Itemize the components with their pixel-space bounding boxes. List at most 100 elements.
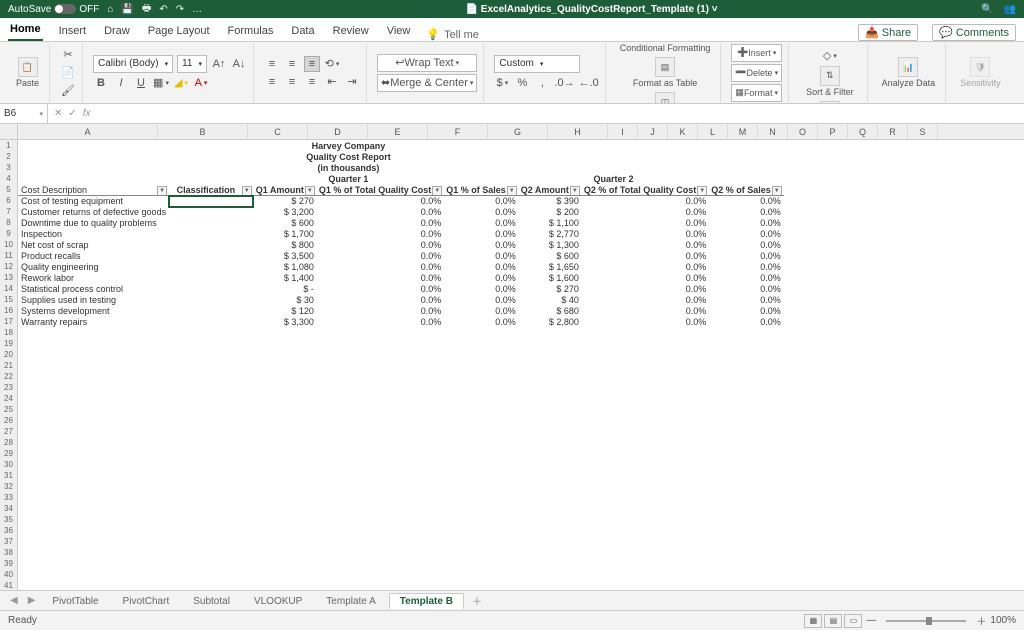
- sheet-tab[interactable]: PivotTable: [41, 593, 109, 609]
- paste-button[interactable]: 📋 Paste: [12, 55, 43, 90]
- font-name-select[interactable]: Calibri (Body): [93, 55, 173, 73]
- col-header[interactable]: N: [758, 124, 788, 139]
- font-color-button[interactable]: A: [193, 75, 209, 91]
- col-header[interactable]: Q: [848, 124, 878, 139]
- align-right-icon[interactable]: ≡: [304, 74, 320, 90]
- merge-center-button[interactable]: ⬌ Merge & Center: [377, 74, 477, 92]
- sheet-tab-active[interactable]: Template B: [389, 593, 464, 609]
- row-header[interactable]: 3: [0, 162, 17, 173]
- col-header[interactable]: R: [878, 124, 908, 139]
- row-header[interactable]: 40: [0, 569, 17, 580]
- autosave-toggle[interactable]: AutoSave OFF: [8, 4, 99, 15]
- row-header[interactable]: 23: [0, 382, 17, 393]
- page-layout-view-icon[interactable]: ▤: [824, 614, 842, 628]
- row-header[interactable]: 32: [0, 481, 17, 492]
- decrease-font-icon[interactable]: A↓: [231, 56, 247, 72]
- conditional-formatting-button[interactable]: ▦Conditional Formatting: [616, 42, 715, 55]
- sheet-nav-prev[interactable]: ◀: [6, 595, 22, 606]
- row-header[interactable]: 39: [0, 558, 17, 569]
- row-header[interactable]: 30: [0, 459, 17, 470]
- enter-formula-icon[interactable]: ✓: [68, 108, 76, 119]
- decrease-decimal-icon[interactable]: ←.0: [579, 75, 599, 91]
- normal-view-icon[interactable]: ▦: [804, 614, 822, 628]
- insert-cells-button[interactable]: ➕ Insert: [731, 44, 782, 62]
- border-button[interactable]: ▦: [153, 75, 169, 91]
- col-header[interactable]: F: [428, 124, 488, 139]
- row-header[interactable]: 34: [0, 503, 17, 514]
- tab-insert[interactable]: Insert: [57, 21, 89, 41]
- row-header[interactable]: 29: [0, 448, 17, 459]
- format-cells-button[interactable]: ▦ Format: [731, 84, 782, 102]
- tab-draw[interactable]: Draw: [102, 21, 132, 41]
- row-header[interactable]: 37: [0, 536, 17, 547]
- cancel-formula-icon[interactable]: ✕: [54, 108, 62, 119]
- col-header[interactable]: C: [248, 124, 308, 139]
- row-header[interactable]: 15: [0, 294, 17, 305]
- tab-page-layout[interactable]: Page Layout: [146, 21, 212, 41]
- bold-button[interactable]: B: [93, 75, 109, 91]
- orientation-icon[interactable]: ⟲: [324, 56, 340, 72]
- row-header[interactable]: 16: [0, 305, 17, 316]
- add-sheet-button[interactable]: ＋: [466, 593, 488, 608]
- zoom-out-button[interactable]: —: [862, 615, 880, 626]
- col-header[interactable]: G: [488, 124, 548, 139]
- col-header[interactable]: H: [548, 124, 608, 139]
- share-button[interactable]: 📤 Share: [858, 24, 918, 41]
- more-icon[interactable]: …: [192, 4, 202, 15]
- row-header[interactable]: 9: [0, 228, 17, 239]
- row-header[interactable]: 27: [0, 426, 17, 437]
- redo-icon[interactable]: ↷: [176, 4, 184, 15]
- row-header[interactable]: 22: [0, 371, 17, 382]
- save-icon[interactable]: 💾: [121, 4, 133, 15]
- sheet-tab[interactable]: Subtotal: [182, 593, 241, 609]
- number-format-select[interactable]: Custom: [494, 55, 580, 73]
- search-icon[interactable]: 🔍: [981, 4, 993, 15]
- row-header[interactable]: 18: [0, 327, 17, 338]
- copy-icon[interactable]: 📄: [60, 65, 76, 81]
- delete-cells-button[interactable]: ➖ Delete: [731, 64, 782, 82]
- tab-home[interactable]: Home: [8, 19, 43, 41]
- cell-styles-button[interactable]: ◫Cell Styles: [640, 90, 691, 104]
- col-header[interactable]: P: [818, 124, 848, 139]
- undo-icon[interactable]: ↶: [159, 4, 167, 15]
- comments-button[interactable]: 💬 Comments: [932, 24, 1016, 41]
- row-header[interactable]: 19: [0, 338, 17, 349]
- sheet-tab[interactable]: PivotChart: [112, 593, 181, 609]
- row-header[interactable]: 13: [0, 272, 17, 283]
- row-header[interactable]: 11: [0, 250, 17, 261]
- comma-icon[interactable]: ,: [534, 75, 550, 91]
- zoom-level[interactable]: 100%: [990, 615, 1016, 626]
- col-header[interactable]: S: [908, 124, 938, 139]
- row-header[interactable]: 26: [0, 415, 17, 426]
- share-people-icon[interactable]: 👥: [1004, 4, 1016, 15]
- row-header[interactable]: 7: [0, 206, 17, 217]
- currency-icon[interactable]: $: [494, 75, 510, 91]
- row-header[interactable]: 31: [0, 470, 17, 481]
- format-as-table-button[interactable]: ▤Format as Table: [629, 55, 701, 90]
- increase-decimal-icon[interactable]: .0→: [554, 75, 574, 91]
- name-box[interactable]: B6▾: [0, 104, 48, 123]
- sensitivity-button[interactable]: 🛡Sensitivity: [956, 55, 1005, 90]
- row-header[interactable]: 33: [0, 492, 17, 503]
- percent-icon[interactable]: %: [514, 75, 530, 91]
- home-icon[interactable]: ⌂: [107, 4, 113, 15]
- col-header[interactable]: O: [788, 124, 818, 139]
- row-header[interactable]: 1: [0, 140, 17, 151]
- fill-color-button[interactable]: ◢: [173, 75, 189, 91]
- row-header[interactable]: 8: [0, 217, 17, 228]
- row-header[interactable]: 17: [0, 316, 17, 327]
- fx-icon[interactable]: fx: [83, 108, 91, 119]
- row-header[interactable]: 14: [0, 283, 17, 294]
- sheet-nav-next[interactable]: ▶: [24, 595, 40, 606]
- align-left-icon[interactable]: ≡: [264, 74, 280, 90]
- row-header[interactable]: 41: [0, 580, 17, 590]
- row-header[interactable]: 12: [0, 261, 17, 272]
- page-break-view-icon[interactable]: ▭: [844, 614, 862, 628]
- col-header[interactable]: K: [668, 124, 698, 139]
- row-header[interactable]: 20: [0, 349, 17, 360]
- tell-me[interactable]: 💡 Tell me: [426, 28, 479, 41]
- align-center-icon[interactable]: ≡: [284, 74, 300, 90]
- align-bottom-icon[interactable]: ≡: [304, 56, 320, 72]
- clear-icon[interactable]: ◇: [822, 48, 838, 64]
- zoom-slider[interactable]: [886, 620, 966, 622]
